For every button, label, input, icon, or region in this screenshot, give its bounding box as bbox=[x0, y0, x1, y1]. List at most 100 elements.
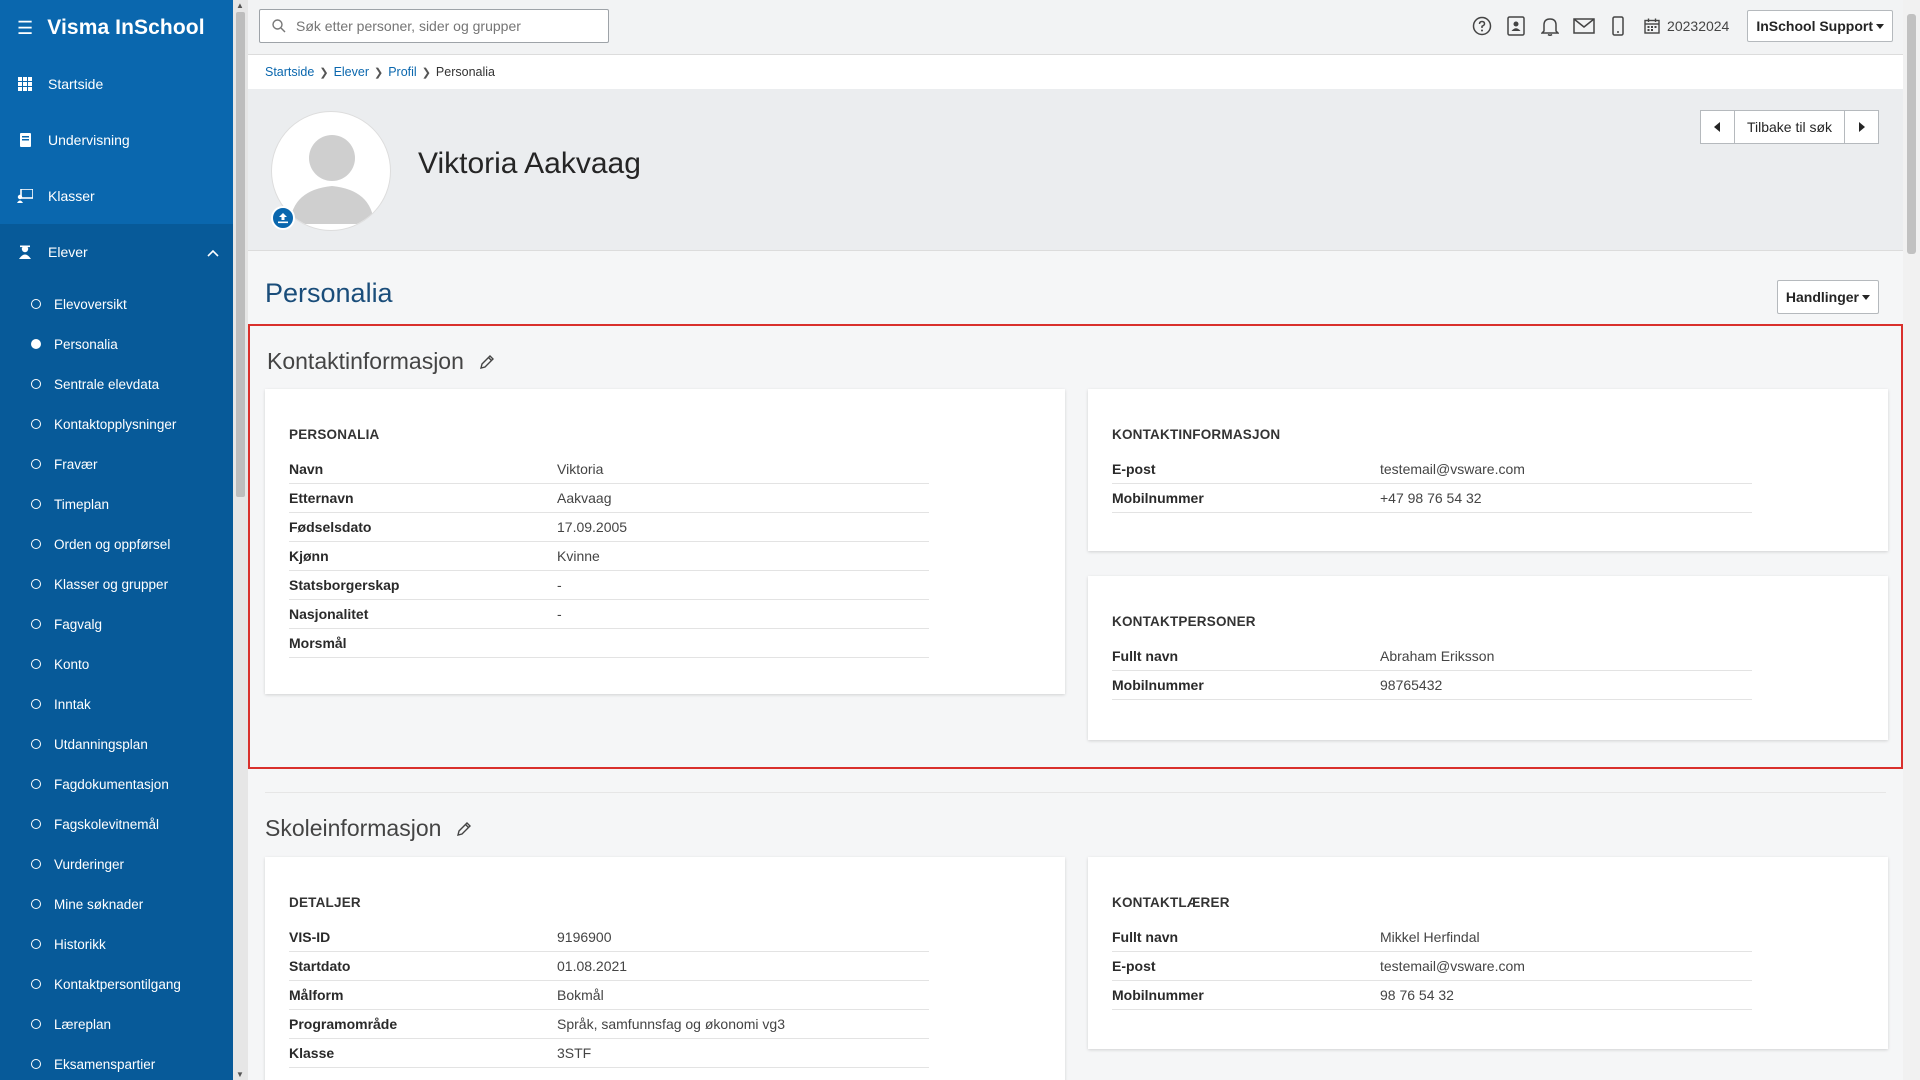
sidebar-subitem-kontaktpersontilgang[interactable]: Kontaktpersontilgang bbox=[0, 964, 233, 1004]
contact-card-icon[interactable] bbox=[1505, 15, 1527, 37]
sidebar-item-startside[interactable]: Startside bbox=[0, 56, 233, 112]
field-label: Mobilnummer bbox=[1112, 677, 1204, 693]
circle-icon bbox=[31, 459, 41, 469]
sidebar-item-klasser[interactable]: Klasser bbox=[0, 168, 233, 224]
circle-icon bbox=[31, 1019, 41, 1029]
breadcrumb-link-startside[interactable]: Startside bbox=[265, 65, 314, 79]
actions-menu-button[interactable]: Handlinger bbox=[1776, 280, 1879, 314]
student-icon bbox=[17, 244, 33, 260]
sidebar-subitem-inntak[interactable]: Inntak bbox=[0, 684, 233, 724]
scroll-up-icon[interactable]: ▲ bbox=[236, 1, 244, 10]
calendar-icon[interactable] bbox=[1641, 15, 1663, 37]
field-label: VIS-ID bbox=[289, 929, 331, 945]
upload-photo-button[interactable] bbox=[271, 206, 295, 230]
grid-icon bbox=[17, 76, 33, 92]
list-item: Målform Bokmål bbox=[289, 981, 929, 1010]
pencil-icon[interactable] bbox=[455, 820, 473, 838]
bell-icon[interactable] bbox=[1539, 15, 1561, 37]
sidebar-subitem-label: Vurderinger bbox=[54, 856, 125, 872]
page-scrollbar[interactable] bbox=[1903, 0, 1920, 1080]
sidebar-subitem-utdanningsplan[interactable]: Utdanningsplan bbox=[0, 724, 233, 764]
sidebar-item-undervisning[interactable]: Undervisning bbox=[0, 112, 233, 168]
contact-section-highlight: Kontaktinformasjon PERSONALIA Navn Viktor… bbox=[248, 324, 1903, 769]
school-year[interactable]: 20232024 bbox=[1667, 18, 1729, 34]
details-list: VIS-ID 9196900 Startdato 01.08.2021 Målfor… bbox=[289, 923, 929, 1068]
sidebar-subitem-mine-soknader[interactable]: Mine søknader bbox=[0, 884, 233, 924]
circle-icon bbox=[31, 779, 41, 789]
chevron-right-icon: ❯ bbox=[421, 66, 431, 79]
field-label: Etternavn bbox=[289, 490, 354, 506]
previous-button[interactable] bbox=[1699, 110, 1735, 144]
sidebar-subitem-sentrale-elevdata[interactable]: Sentrale elevdata bbox=[0, 364, 233, 404]
sidebar-subitem-fagdokumentasjon[interactable]: Fagdokumentasjon bbox=[0, 764, 233, 804]
chevron-up-icon[interactable] bbox=[207, 244, 219, 260]
search-box[interactable] bbox=[259, 9, 609, 43]
field-value: +47 98 76 54 32 bbox=[1380, 490, 1482, 506]
sidebar-item-label: Undervisning bbox=[48, 132, 130, 148]
sidebar-subitem-fagvalg[interactable]: Fagvalg bbox=[0, 604, 233, 644]
list-item: Mobilnummer 98765432 bbox=[1112, 671, 1752, 700]
field-value: 17.09.2005 bbox=[557, 519, 628, 535]
field-value: Mikkel Herfindal bbox=[1380, 929, 1480, 945]
page-scroll-thumb[interactable] bbox=[1907, 14, 1916, 254]
circle-icon bbox=[31, 859, 41, 869]
card-title: DETALJER bbox=[289, 895, 361, 910]
sidebar-subitem-fravaer[interactable]: Fravær bbox=[0, 444, 233, 484]
scroll-down-icon[interactable]: ▼ bbox=[236, 1070, 244, 1079]
sidebar-scrollbar[interactable]: ▲ ▼ bbox=[233, 0, 248, 1080]
card-title: PERSONALIA bbox=[289, 427, 380, 442]
sidebar-subitem-label: Fagskolevitnemål bbox=[54, 816, 160, 832]
sidebar-subitem-label: Utdanningsplan bbox=[54, 736, 148, 752]
sidebar-subitem-label: Timeplan bbox=[54, 496, 110, 512]
chevron-right-icon: ❯ bbox=[374, 66, 384, 79]
search-icon bbox=[272, 19, 286, 33]
field-label: Programområde bbox=[289, 1016, 398, 1032]
sidebar-item-elever[interactable]: Elever bbox=[0, 224, 233, 280]
breadcrumb-link-elever[interactable]: Elever bbox=[334, 65, 369, 79]
mobile-icon[interactable] bbox=[1607, 15, 1629, 37]
field-label: Mobilnummer bbox=[1112, 490, 1204, 506]
sidebar-subitem-vurderinger[interactable]: Vurderinger bbox=[0, 844, 233, 884]
sidebar-subitem-laereplan[interactable]: Læreplan bbox=[0, 1004, 233, 1044]
contact-section-heading: Kontaktinformasjon bbox=[267, 348, 496, 375]
circle-icon bbox=[31, 979, 41, 989]
next-button[interactable] bbox=[1844, 110, 1879, 144]
sidebar-subitem-label: Fagdokumentasjon bbox=[54, 776, 169, 792]
field-value: testemail@vsware.com bbox=[1380, 958, 1525, 974]
user-menu-button[interactable]: InSchool Support bbox=[1747, 10, 1893, 42]
upload-icon bbox=[278, 213, 288, 224]
actions-label: Handlinger bbox=[1785, 289, 1859, 305]
sidebar-subitem-kontaktopplysninger[interactable]: Kontaktopplysninger bbox=[0, 404, 233, 444]
sidebar-item-label: Klasser bbox=[48, 188, 95, 204]
field-label: Fullt navn bbox=[1112, 648, 1179, 664]
circle-icon bbox=[31, 819, 41, 829]
sidebar-subitem-konto[interactable]: Konto bbox=[0, 644, 233, 684]
sidebar-subitem-label: Fagvalg bbox=[54, 616, 103, 632]
field-label: Startdato bbox=[289, 958, 351, 974]
sidebar-subitem-timeplan[interactable]: Timeplan bbox=[0, 484, 233, 524]
help-icon[interactable] bbox=[1471, 15, 1493, 37]
pencil-icon[interactable] bbox=[478, 353, 496, 371]
breadcrumb-link-profil[interactable]: Profil bbox=[388, 65, 416, 79]
sidebar-subitem-label: Historikk bbox=[54, 936, 106, 952]
mail-icon[interactable] bbox=[1573, 15, 1595, 37]
back-to-search-button[interactable]: Tilbake til søk bbox=[1734, 110, 1844, 144]
circle-icon bbox=[31, 619, 41, 629]
search-input[interactable] bbox=[296, 18, 596, 34]
menu-icon[interactable]: ☰ bbox=[17, 18, 33, 39]
sidebar-subnav: Elevoversikt Personalia Sentrale elevdat… bbox=[0, 280, 233, 1080]
sidebar-subitem-elevoversikt[interactable]: Elevoversikt bbox=[0, 284, 233, 324]
sidebar-subitem-historikk[interactable]: Historikk bbox=[0, 924, 233, 964]
sidebar-subitem-fagskolevitnemal[interactable]: Fagskolevitnemål bbox=[0, 804, 233, 844]
sidebar-subitem-orden[interactable]: Orden og oppførsel bbox=[0, 524, 233, 564]
sidebar-scroll-thumb[interactable] bbox=[236, 12, 245, 497]
sidebar-subitem-klasser-og-grupper[interactable]: Klasser og grupper bbox=[0, 564, 233, 604]
caret-down-icon bbox=[1876, 23, 1884, 29]
field-label: Målform bbox=[289, 987, 344, 1003]
sidebar-subitem-label: Elevoversikt bbox=[54, 296, 127, 312]
contact-teacher-list: Fullt navn Mikkel Herfindal E-post testema… bbox=[1112, 923, 1752, 1010]
sidebar-subitem-eksamenspartier[interactable]: Eksamenspartier bbox=[0, 1044, 233, 1080]
sidebar-subitem-personalia[interactable]: Personalia bbox=[0, 324, 233, 364]
field-label: Navn bbox=[289, 461, 324, 477]
field-value: Språk, samfunnsfag og økonomi vg3 bbox=[557, 1016, 786, 1032]
